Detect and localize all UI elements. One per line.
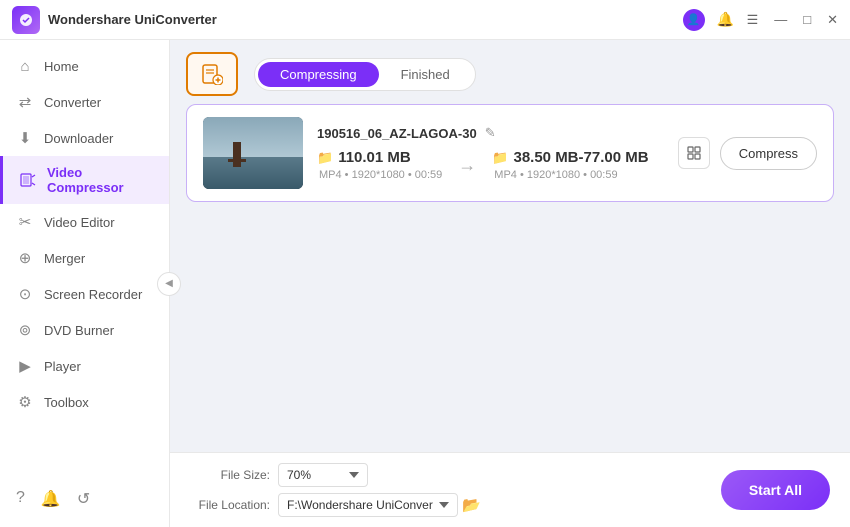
file-location-label: File Location: [190,498,270,512]
compress-button[interactable]: Compress [720,137,817,170]
file-name: 190516_06_AZ-LAGOA-30 [317,126,477,141]
toolbox-icon: ⚙ [16,393,34,411]
merger-icon: ⊕ [16,249,34,267]
minimize-button[interactable]: — [774,12,787,27]
footer-settings: File Size: 70% 50% 30% 80% 90% File Loca… [190,463,721,517]
sidebar-label-dvd-burner: DVD Burner [44,323,114,338]
maximize-button[interactable]: □ [803,12,811,27]
bell-icon[interactable]: 🔔 [717,11,735,29]
source-folder-icon: 📁 [317,150,333,166]
video-compressor-icon [19,171,37,189]
app-logo [12,6,40,34]
titlebar: Wondershare UniConverter 👤 🔔 ☰ — □ ✕ [0,0,850,40]
sidebar-item-home[interactable]: ⌂ Home [0,48,169,84]
sidebar-label-player: Player [44,359,81,374]
sidebar-label-video-compressor: Video Compressor [47,165,153,195]
source-size-value: 110.01 MB [338,149,411,166]
app-body: ⌂ Home ⇄ Converter ⬇ Downloader Video Co… [0,40,850,527]
file-list: 190516_06_AZ-LAGOA-30 ✎ 📁 110.01 MB MP4 … [170,104,850,452]
add-file-button[interactable] [186,52,238,96]
sidebar-item-video-compressor[interactable]: Video Compressor [0,156,169,204]
tab-compressing[interactable]: Compressing [258,62,379,87]
refresh-icon[interactable]: ↺ [77,489,90,509]
screen-recorder-icon: ⊙ [16,285,34,303]
folder-browse-button[interactable]: 📂 [462,496,481,514]
user-icon[interactable]: 👤 [683,9,705,31]
file-sizes-row: 📁 110.01 MB MP4 • 1920*1080 • 00:59 → 📁 … [317,149,664,181]
converter-icon: ⇄ [16,93,34,111]
player-icon: ▶ [16,357,34,375]
notification-icon[interactable]: 🔔 [41,489,61,509]
file-location-field: File Location: F:\Wondershare UniConvert… [190,493,721,517]
close-button[interactable]: ✕ [827,12,838,28]
sidebar-item-merger[interactable]: ⊕ Merger [0,240,169,276]
window-controls: ☰ — □ ✕ [747,12,838,28]
titlebar-controls: 👤 🔔 ☰ — □ ✕ [683,9,838,31]
footer: File Size: 70% 50% 30% 80% 90% File Loca… [170,452,850,527]
file-size-select[interactable]: 70% 50% 30% 80% 90% [278,463,368,487]
file-size-label: File Size: [190,468,270,482]
sidebar-label-video-editor: Video Editor [44,215,115,230]
sidebar-label-toolbox: Toolbox [44,395,89,410]
tab-finished[interactable]: Finished [379,62,472,87]
sidebar-item-dvd-burner[interactable]: ⊚ DVD Burner [0,312,169,348]
sidebar-item-video-editor[interactable]: ✂ Video Editor [0,204,169,240]
file-location-select[interactable]: F:\Wondershare UniConverte [278,493,458,517]
edit-filename-icon[interactable]: ✎ [485,125,496,141]
file-info: 190516_06_AZ-LAGOA-30 ✎ 📁 110.01 MB MP4 … [317,125,664,181]
toolbar: Compressing Finished [170,40,850,104]
file-size-field: File Size: 70% 50% 30% 80% 90% [190,463,721,487]
sidebar: ⌂ Home ⇄ Converter ⬇ Downloader Video Co… [0,40,170,527]
target-size-value: 38.50 MB-77.00 MB [513,149,648,166]
tab-group: Compressing Finished [254,58,476,91]
arrow-right-icon: → [454,155,480,176]
target-size-block: 📁 38.50 MB-77.00 MB MP4 • 1920*1080 • 00… [492,149,648,181]
video-editor-icon: ✂ [16,213,34,231]
sidebar-item-converter[interactable]: ⇄ Converter [0,84,169,120]
target-folder-icon: 📁 [492,150,508,166]
sidebar-item-screen-recorder[interactable]: ⊙ Screen Recorder [0,276,169,312]
sidebar-label-downloader: Downloader [44,131,113,146]
sidebar-bottom: ? 🔔 ↺ [0,479,169,519]
sidebar-item-player[interactable]: ▶ Player [0,348,169,384]
target-meta: MP4 • 1920*1080 • 00:59 [492,169,648,181]
file-settings-button[interactable] [678,137,710,169]
app-title: Wondershare UniConverter [48,12,683,27]
file-thumbnail [203,117,303,189]
sidebar-item-toolbox[interactable]: ⚙ Toolbox [0,384,169,420]
sidebar-label-merger: Merger [44,251,85,266]
file-location-path: F:\Wondershare UniConverte 📂 [278,493,481,517]
sidebar-label-converter: Converter [44,95,101,110]
sidebar-collapse-button[interactable]: ◀ [157,272,181,296]
menu-icon[interactable]: ☰ [747,12,759,28]
downloader-icon: ⬇ [16,129,34,147]
file-name-row: 190516_06_AZ-LAGOA-30 ✎ [317,125,664,141]
sidebar-label-screen-recorder: Screen Recorder [44,287,142,302]
help-icon[interactable]: ? [16,489,25,509]
sidebar-label-home: Home [44,59,79,74]
start-all-button[interactable]: Start All [721,470,830,510]
home-icon: ⌂ [16,57,34,75]
content-area: Compressing Finished 190 [170,40,850,527]
file-card: 190516_06_AZ-LAGOA-30 ✎ 📁 110.01 MB MP4 … [186,104,834,202]
source-meta: MP4 • 1920*1080 • 00:59 [317,169,442,181]
source-size-block: 📁 110.01 MB MP4 • 1920*1080 • 00:59 [317,149,442,181]
dvd-burner-icon: ⊚ [16,321,34,339]
sidebar-item-downloader[interactable]: ⬇ Downloader [0,120,169,156]
file-actions: Compress [678,137,817,170]
